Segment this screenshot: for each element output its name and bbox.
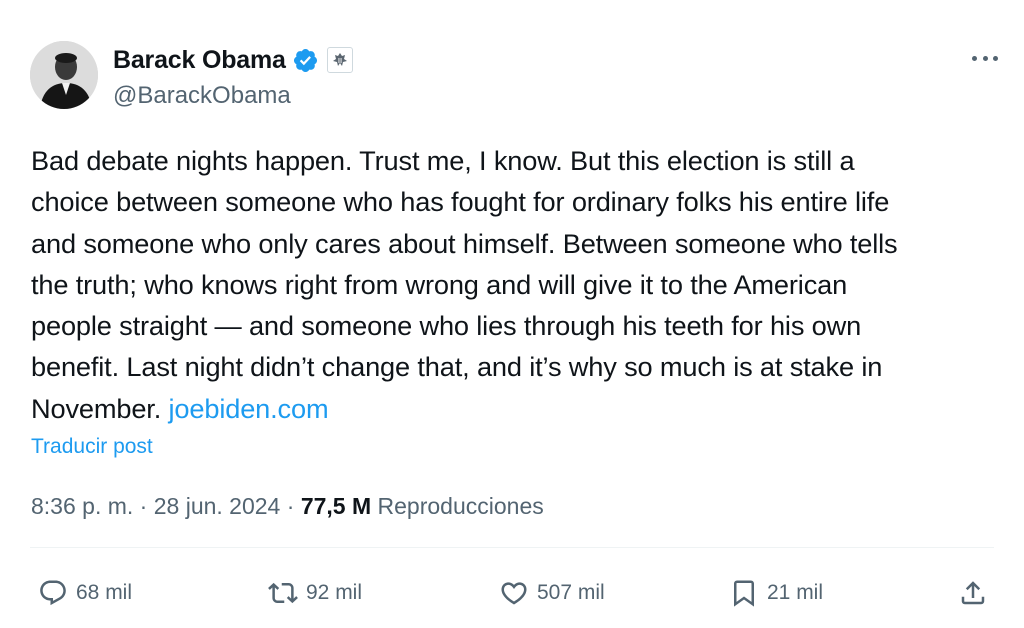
translate-post-link[interactable]: Traducir post (31, 435, 153, 459)
views-count: 77,5 M (300, 493, 372, 519)
tweet-text-line: people straight — and someone who lies t… (31, 310, 862, 342)
avatar[interactable] (30, 41, 98, 109)
divider (30, 547, 994, 548)
author-display-name[interactable]: Barack Obama (113, 46, 286, 75)
tweet-time[interactable]: 8:36 p. m. (31, 493, 133, 519)
share-button[interactable] (958, 575, 988, 611)
tweet-meta: 8:36 p. m. · 28 jun. 2024 · 77,5 M Repro… (31, 493, 544, 520)
tweet-text-line: and someone who only cares about himself… (31, 227, 898, 259)
share-icon (958, 578, 988, 608)
more-options-icon[interactable] (972, 48, 998, 68)
author-name-row: Barack Obama (113, 44, 353, 76)
meta-separator: · (280, 493, 301, 519)
reply-icon (38, 578, 68, 608)
meta-separator: · (133, 493, 154, 519)
author-handle[interactable]: @BarackObama (113, 82, 291, 110)
tweet-date[interactable]: 28 jun. 2024 (154, 493, 281, 519)
tweet-text-line: Bad debate nights happen. Trust me, I kn… (31, 145, 855, 176)
reply-button[interactable]: 68 mil (38, 575, 132, 611)
tweet-text: Bad debate nights happen. Trust me, I kn… (31, 140, 1006, 429)
views-label: Reproducciones (371, 493, 544, 519)
like-button[interactable]: 507 mil (499, 575, 605, 611)
tweet-text-line: benefit. Last night didn’t change that, … (31, 351, 883, 383)
tweet-text-fragment: November. (31, 392, 169, 424)
tweet-card: Barack Obama @BarackObama Bad debate nig… (0, 0, 1024, 628)
tweet-text-line: the truth; who knows right from wrong an… (31, 268, 848, 300)
more-dot (993, 55, 998, 61)
tweet-text-last-line: November. joebiden.com (31, 388, 1006, 429)
heart-icon (499, 578, 529, 608)
government-seal-icon[interactable] (326, 47, 353, 73)
bookmark-count: 21 mil (767, 581, 824, 604)
more-dot (982, 55, 988, 61)
tweet-text-line: choice between someone who has fought fo… (31, 186, 890, 218)
reply-count: 68 mil (76, 581, 133, 604)
like-count: 507 mil (537, 581, 605, 604)
bookmark-icon (729, 578, 759, 608)
tweet-link[interactable]: joebiden.com (169, 393, 329, 424)
bookmark-button[interactable]: 21 mil (729, 575, 823, 611)
repost-button[interactable]: 92 mil (268, 575, 362, 611)
repost-icon (268, 578, 298, 608)
repost-count: 92 mil (306, 581, 363, 604)
more-dot (972, 55, 977, 61)
avatar-image (30, 41, 98, 109)
verified-badge-icon (292, 47, 319, 74)
